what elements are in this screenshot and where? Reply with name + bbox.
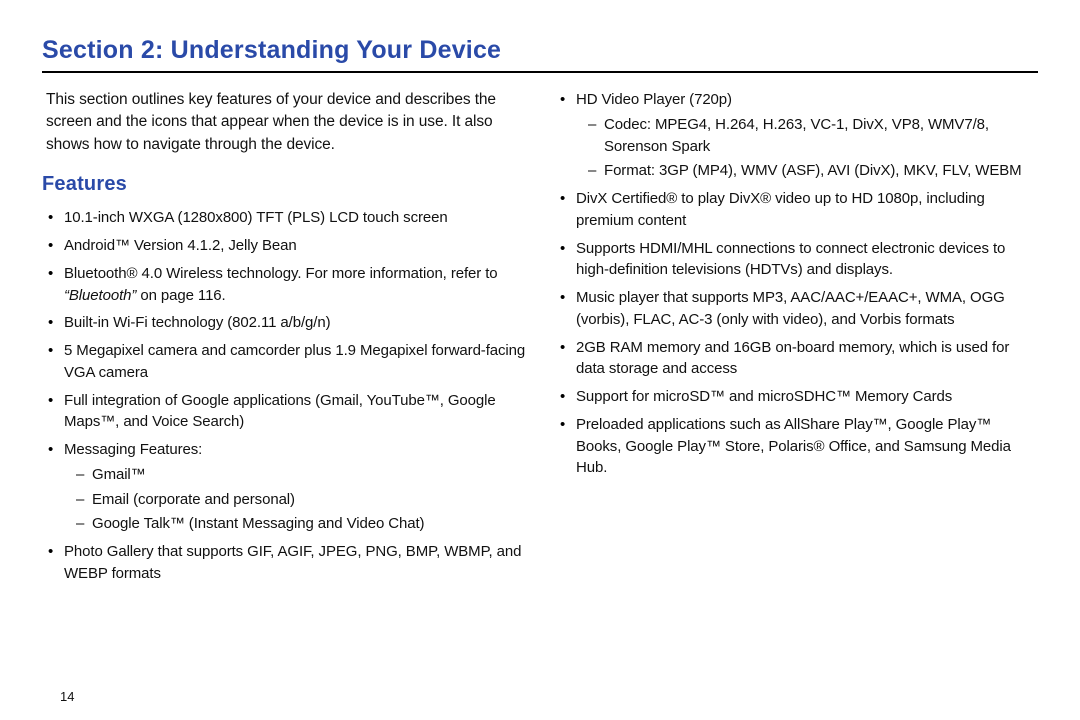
list-item: Supports HDMI/MHL connections to connect… (554, 238, 1038, 282)
list-item: Support for microSD™ and microSDHC™ Memo… (554, 386, 1038, 408)
list-item: Photo Gallery that supports GIF, AGIF, J… (42, 541, 526, 585)
list-item: Full integration of Google applications … (42, 390, 526, 434)
title-rule (42, 71, 1038, 73)
list-item: 10.1-inch WXGA (1280x800) TFT (PLS) LCD … (42, 207, 526, 229)
section-title: Section 2: Understanding Your Device (42, 36, 1038, 65)
features-list-left: 10.1-inch WXGA (1280x800) TFT (PLS) LCD … (42, 207, 526, 584)
text-span: HD Video Player (720p) (576, 91, 732, 108)
sublist-item: Gmail™ (64, 464, 526, 486)
list-item: DivX Certified® to play DivX® video up t… (554, 188, 1038, 232)
reference-italic: “Bluetooth” (64, 287, 136, 304)
list-item: Messaging Features: Gmail™ Email (corpor… (42, 439, 526, 535)
document-page: Section 2: Understanding Your Device Thi… (0, 0, 1080, 720)
sublist: Gmail™ Email (corporate and personal) Go… (64, 464, 526, 535)
sublist-item: Codec: MPEG4, H.264, H.263, VC-1, DivX, … (576, 114, 1038, 158)
sublist-item: Email (corporate and personal) (64, 489, 526, 511)
list-item: Built-in Wi-Fi technology (802.11 a/b/g/… (42, 312, 526, 334)
list-item: Bluetooth® 4.0 Wireless technology. For … (42, 263, 526, 307)
list-item: 5 Megapixel camera and camcorder plus 1.… (42, 340, 526, 384)
list-item: 2GB RAM memory and 16GB on-board memory,… (554, 337, 1038, 381)
text-span: Bluetooth® 4.0 Wireless technology. For … (64, 265, 498, 282)
sublist: Codec: MPEG4, H.264, H.263, VC-1, DivX, … (576, 114, 1038, 182)
text-span: Messaging Features: (64, 441, 202, 458)
sublist-item: Google Talk™ (Instant Messaging and Vide… (64, 513, 526, 535)
intro-paragraph: This section outlines key features of yo… (46, 89, 526, 156)
list-item: Music player that supports MP3, AAC/AAC+… (554, 287, 1038, 331)
list-item: Preloaded applications such as AllShare … (554, 414, 1038, 479)
list-item: HD Video Player (720p) Codec: MPEG4, H.2… (554, 89, 1038, 182)
features-heading: Features (42, 170, 526, 199)
features-list-right: HD Video Player (720p) Codec: MPEG4, H.2… (554, 89, 1038, 479)
left-column: This section outlines key features of yo… (42, 89, 526, 591)
columns: This section outlines key features of yo… (42, 89, 1038, 591)
sublist-item: Format: 3GP (MP4), WMV (ASF), AVI (DivX)… (576, 160, 1038, 182)
page-number: 14 (60, 689, 74, 704)
list-item: Android™ Version 4.1.2, Jelly Bean (42, 235, 526, 257)
right-column: HD Video Player (720p) Codec: MPEG4, H.2… (554, 89, 1038, 591)
text-span: on page 116. (136, 287, 225, 304)
